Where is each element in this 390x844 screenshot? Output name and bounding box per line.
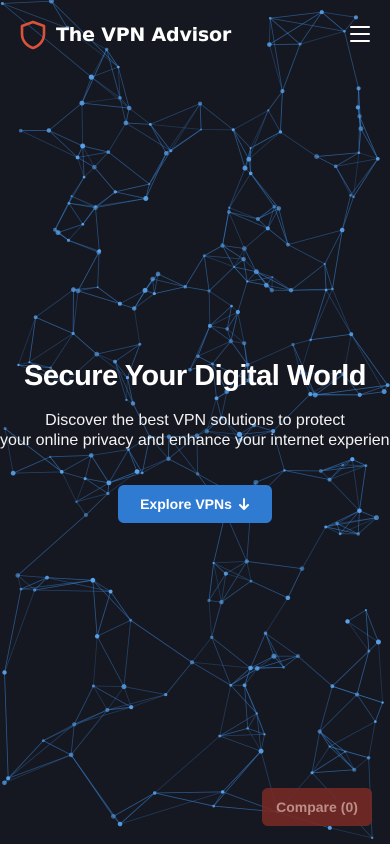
compare-label: Compare [276,799,337,815]
hero: Secure Your Digital World Discover the b… [0,360,390,523]
explore-vpns-button[interactable]: Explore VPNs [118,485,272,523]
hero-subtitle: Discover the best VPN solutions to prote… [0,411,390,451]
hamburger-menu-icon[interactable] [350,25,370,43]
hero-title: Secure Your Digital World [23,360,367,392]
page: The VPN Advisor Secure Your Digital Worl… [0,0,390,844]
brand-name: The VPN Advisor [56,24,232,46]
explore-vpns-label: Explore VPNs [140,496,232,512]
shield-icon [20,20,46,50]
hero-subtitle-line-1: Discover the best VPN solutions to prote… [45,412,345,429]
hero-subtitle-line-2: your online privacy and enhance your int… [0,432,390,449]
compare-button[interactable]: Compare (0) [262,788,372,826]
logo[interactable]: The VPN Advisor [20,20,231,50]
header: The VPN Advisor [0,0,390,70]
compare-count: (0) [340,799,358,815]
arrow-down-icon [238,497,249,510]
